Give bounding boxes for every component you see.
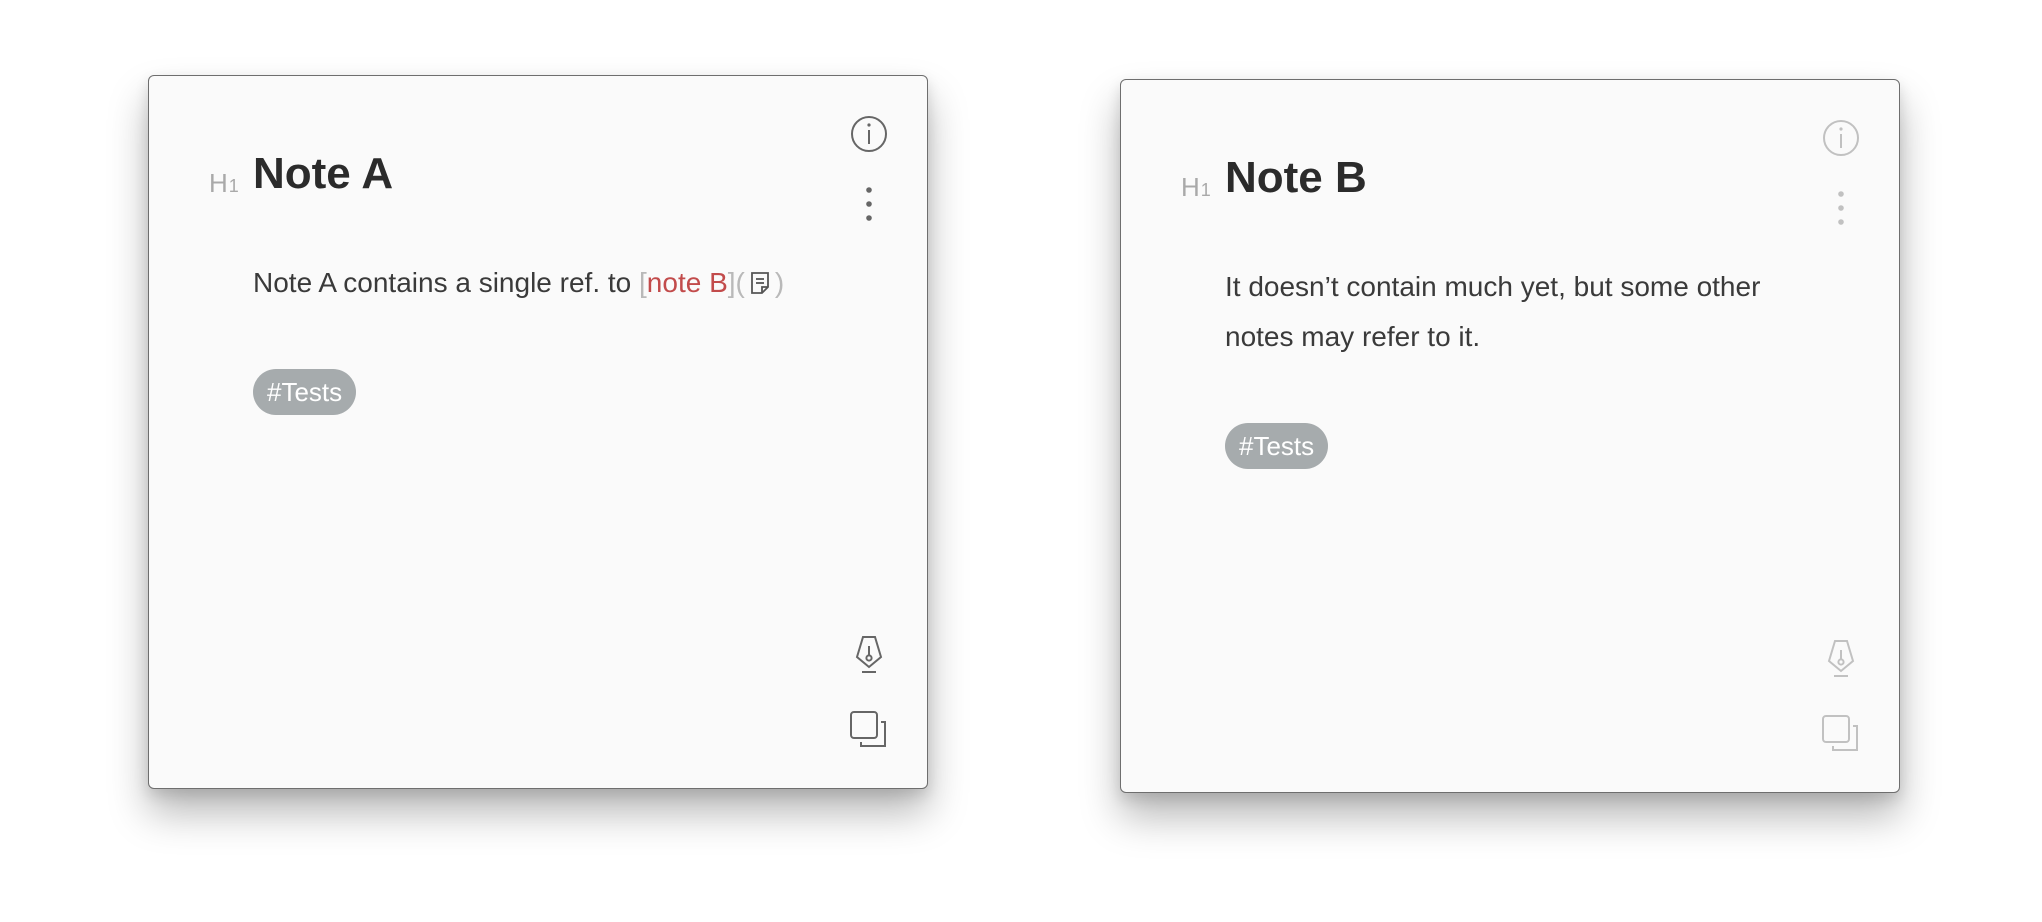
note-body[interactable]: Note A contains a single ref. to [note B… — [253, 258, 833, 308]
heading-level-marker: H1 — [1181, 172, 1212, 202]
copy-icon — [850, 711, 886, 747]
body-text: It doesn’t contain much yet, but some ot… — [1225, 271, 1761, 352]
fountain-pen-icon — [1827, 640, 1855, 677]
note-window-a: H1 Note A Note A contains a single ref. … — [148, 75, 928, 789]
info-button[interactable] — [1821, 118, 1861, 158]
edit-button[interactable] — [849, 634, 889, 674]
duplicate-button[interactable] — [849, 710, 889, 750]
more-options-button[interactable] — [849, 184, 889, 224]
note-title[interactable]: Note A — [253, 149, 393, 199]
info-button[interactable] — [849, 114, 889, 154]
info-circle-icon — [851, 116, 887, 152]
tag-badge[interactable]: #Tests — [1225, 423, 1329, 469]
vertical-ellipsis-icon — [1838, 191, 1844, 225]
edit-button[interactable] — [1821, 638, 1861, 678]
copy-icon — [1822, 715, 1858, 751]
note-title[interactable]: Note B — [1225, 153, 1367, 203]
link-close-bracket: ] — [727, 267, 736, 298]
fountain-pen-icon — [855, 636, 883, 673]
link-close-paren: ) — [774, 267, 785, 298]
info-circle-icon — [1823, 120, 1859, 156]
more-options-button[interactable] — [1821, 188, 1861, 228]
body-text: Note A contains a single ref. to — [253, 267, 640, 298]
duplicate-button[interactable] — [1821, 714, 1861, 754]
link-open-paren: ( — [735, 267, 745, 298]
note-link[interactable]: note B — [647, 267, 728, 298]
vertical-ellipsis-icon — [866, 187, 872, 221]
note-body[interactable]: It doesn’t contain much yet, but some ot… — [1225, 262, 1805, 362]
note-icon[interactable] — [749, 261, 771, 294]
note-window-b: H1 Note B It doesn’t contain much yet, b… — [1120, 79, 1900, 793]
link-open-bracket: [ — [639, 267, 647, 298]
heading-level-marker: H1 — [209, 168, 240, 198]
tag-badge[interactable]: #Tests — [253, 369, 357, 415]
